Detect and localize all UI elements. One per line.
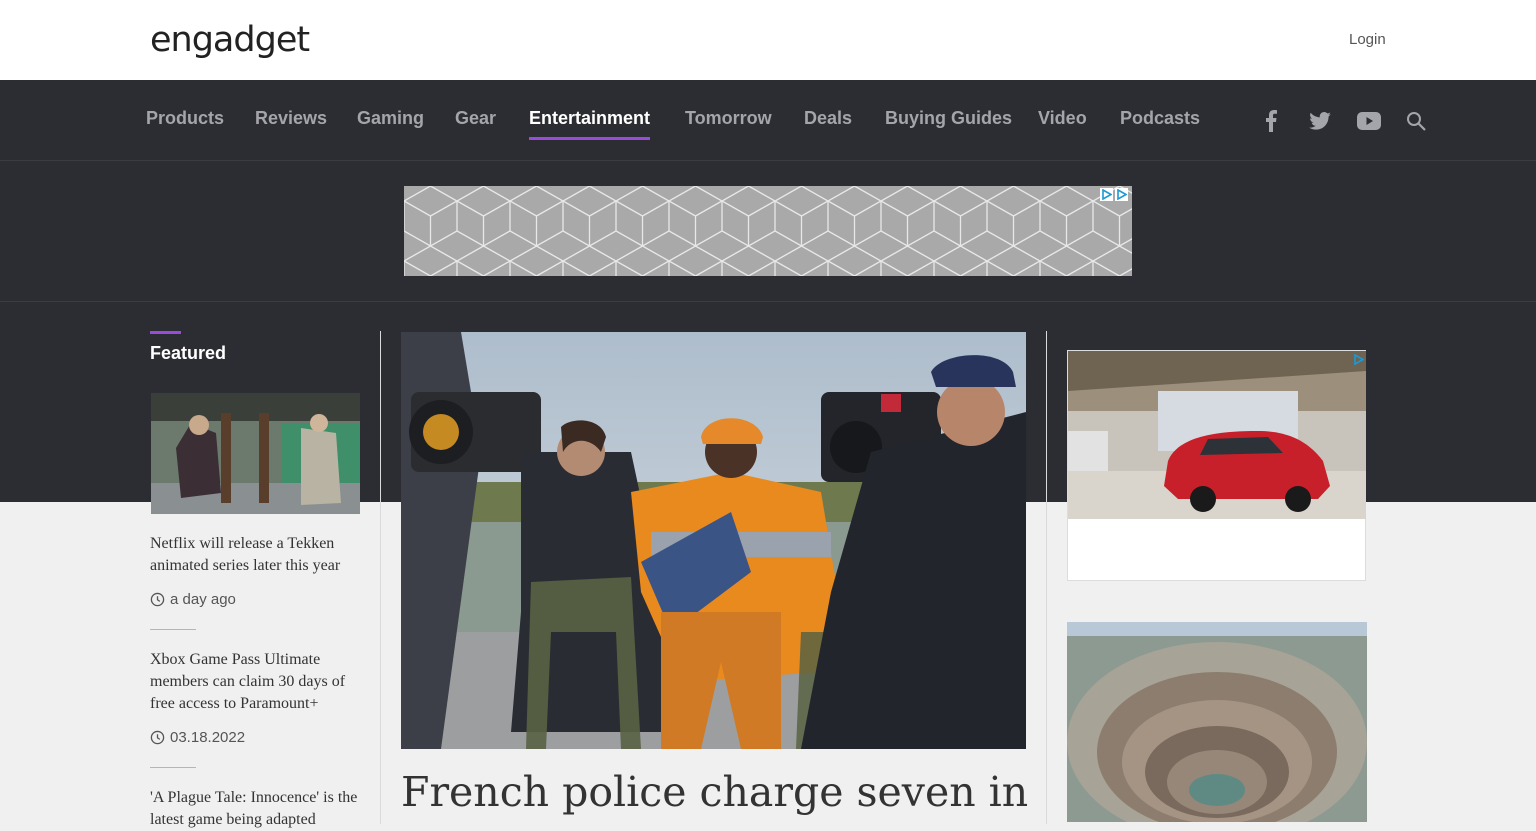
column-divider <box>1046 331 1047 824</box>
engadget-logo[interactable]: engadget <box>150 18 310 62</box>
youtube-icon[interactable] <box>1356 108 1382 134</box>
nav-video[interactable]: Video <box>1038 108 1087 129</box>
facebook-icon[interactable] <box>1258 108 1284 134</box>
active-tab-indicator <box>529 137 650 140</box>
top-ad-banner[interactable] <box>404 186 1132 276</box>
nav-podcasts[interactable]: Podcasts <box>1120 108 1200 129</box>
login-link[interactable]: Login <box>1349 31 1386 48</box>
clock-icon <box>150 730 165 745</box>
sidebar-story-image[interactable] <box>1067 622 1367 822</box>
nav-gear[interactable]: Gear <box>455 108 496 129</box>
nav-reviews[interactable]: Reviews <box>255 108 327 129</box>
featured-heading: Featured <box>150 343 227 363</box>
top-bar: engadget Login <box>0 0 1536 80</box>
band-divider <box>0 301 1536 302</box>
ad-choices-icon[interactable] <box>1100 188 1113 201</box>
search-icon[interactable] <box>1403 108 1429 134</box>
nav-products[interactable]: Products <box>146 108 224 129</box>
nav-buying-guides[interactable]: Buying Guides <box>885 108 1012 129</box>
ad-close-icon[interactable] <box>1115 188 1128 201</box>
lead-story-image[interactable] <box>401 332 1026 749</box>
featured-item-time-text: 03.18.2022 <box>170 729 246 746</box>
featured-item-title[interactable]: 'A Plague Tale: Innocence' is the latest… <box>150 787 365 831</box>
sidebar-ad-image[interactable] <box>1068 351 1366 519</box>
featured-separator <box>150 629 196 630</box>
column-divider <box>380 331 381 824</box>
featured-accent-bar <box>150 331 181 334</box>
nav-deals[interactable]: Deals <box>804 108 852 129</box>
ad-choices-icon[interactable] <box>1352 353 1365 366</box>
nav-tomorrow[interactable]: Tomorrow <box>685 108 772 129</box>
featured-item-time: 03.18.2022 <box>150 729 245 746</box>
featured-separator <box>150 767 196 768</box>
ad-pattern <box>404 186 1132 276</box>
featured-item-time: a day ago <box>150 591 236 608</box>
featured-thumbnail-tekken[interactable] <box>151 393 360 514</box>
main-nav: Products Reviews Gaming Gear Entertainme… <box>0 80 1536 161</box>
featured-item-title[interactable]: Xbox Game Pass Ultimate members can clai… <box>150 649 365 715</box>
clock-icon <box>150 592 165 607</box>
featured-item-time-text: a day ago <box>170 591 236 608</box>
featured-item-title[interactable]: Netflix will release a Tekken animated s… <box>150 533 365 577</box>
nav-gaming[interactable]: Gaming <box>357 108 424 129</box>
nav-entertainment[interactable]: Entertainment <box>529 108 650 129</box>
twitter-icon[interactable] <box>1307 108 1333 134</box>
lead-story-headline[interactable]: French police charge seven in <box>401 766 1041 818</box>
